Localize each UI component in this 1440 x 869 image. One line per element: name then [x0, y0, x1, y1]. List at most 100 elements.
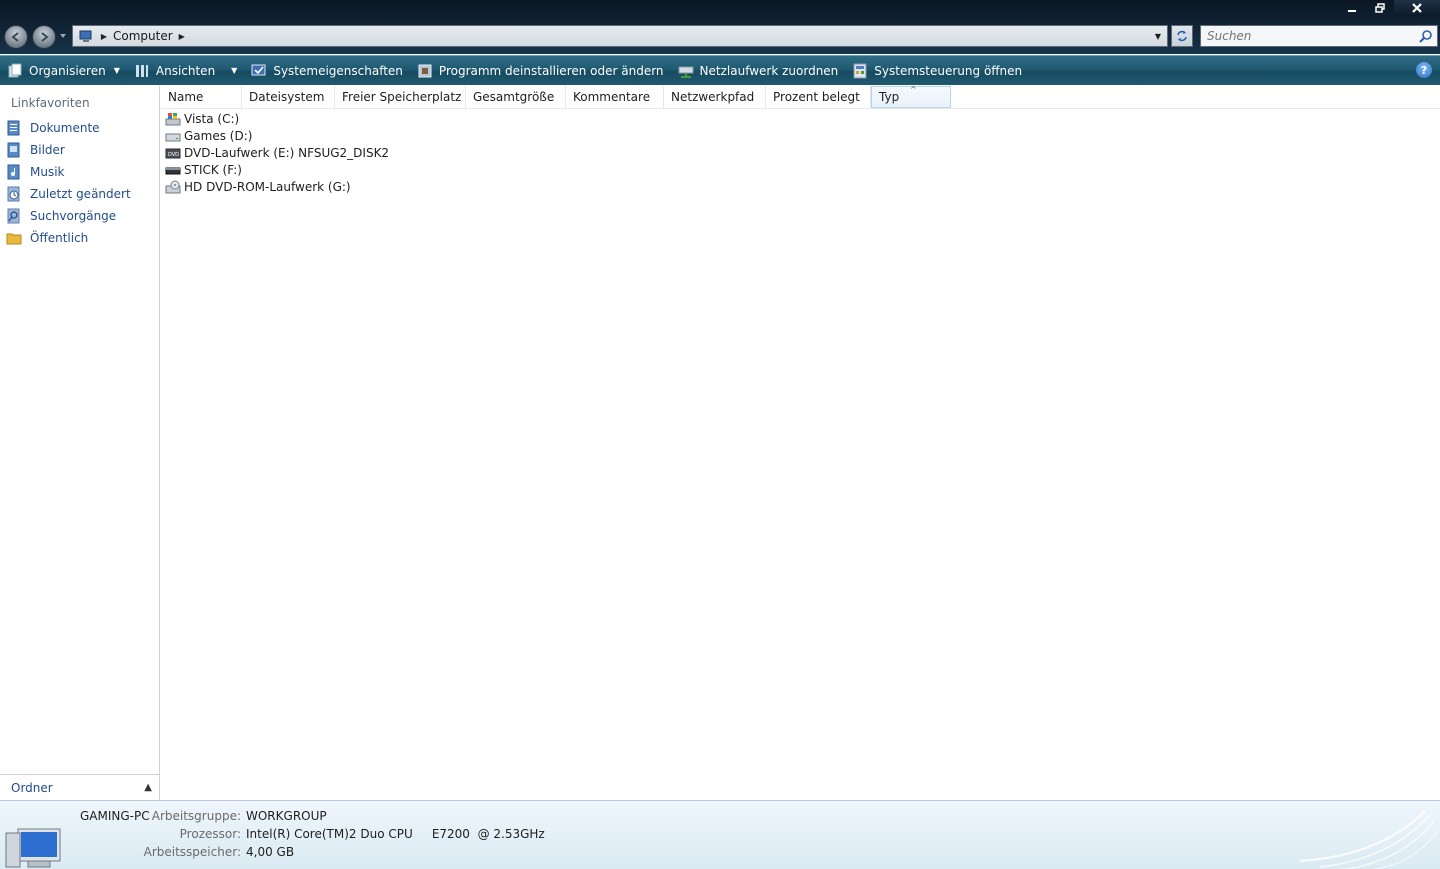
refresh-icon	[1177, 30, 1187, 42]
searches-icon	[7, 208, 20, 224]
arrow-left-icon	[11, 32, 19, 42]
column-header-total-size[interactable]: Gesamtgröße	[466, 86, 566, 108]
memory-label: Arbeitsspeicher:	[143, 845, 241, 859]
navigation-pane: Linkfavoriten Dokumente Bilder Musik Zul…	[0, 86, 160, 800]
music-icon	[7, 164, 20, 180]
header-divider	[161, 108, 1440, 109]
memory-value: 4,00 GB	[246, 845, 295, 859]
column-header-name[interactable]: Name	[161, 86, 242, 108]
programs-icon	[418, 64, 432, 77]
search-icon[interactable]	[1419, 29, 1433, 43]
column-header-network-path[interactable]: Netzwerkpfad	[664, 86, 766, 108]
recent-icon	[7, 186, 20, 202]
map-network-drive-label: Netzlaufwerk zuordnen	[699, 63, 839, 78]
sidebar-item-label: Bilder	[30, 143, 65, 157]
drive-name: STICK (F:)	[184, 162, 242, 177]
computer-icon	[79, 30, 92, 42]
window-controls	[1338, 0, 1440, 18]
list-item-drive-e[interactable]: DVD DVD-Laufwerk (E:) NFSUG2_DISK2	[165, 144, 389, 161]
sort-ascending-icon: ^	[910, 85, 917, 94]
organize-label: Organisieren	[29, 63, 106, 78]
drive-name: HD DVD-ROM-Laufwerk (G:)	[184, 179, 351, 194]
system-properties-button[interactable]: Systemeigenschaften	[244, 56, 410, 86]
list-item-drive-g[interactable]: HD DVD-ROM-Laufwerk (G:)	[165, 178, 351, 195]
refresh-button[interactable]	[1171, 25, 1193, 47]
sidebar-item-label: Musik	[30, 165, 65, 179]
maximize-button[interactable]	[1366, 0, 1394, 16]
breadcrumb-chevron-icon[interactable]: ▶	[177, 32, 187, 41]
column-header-comments[interactable]: Kommentare	[566, 86, 664, 108]
hard-drive-icon	[165, 133, 181, 141]
column-header-percent-used[interactable]: Prozent belegt	[766, 86, 871, 108]
sidebar-item-label: Öffentlich	[30, 231, 89, 245]
list-item-drive-f[interactable]: STICK (F:)	[165, 161, 242, 178]
search-input[interactable]	[1201, 26, 1411, 46]
svg-text:DVD: DVD	[168, 152, 179, 158]
history-dropdown-icon[interactable]	[59, 32, 67, 40]
arrow-right-icon	[41, 32, 49, 42]
address-dropdown-icon[interactable]: ▼	[1151, 29, 1165, 43]
removable-drive-icon	[165, 167, 181, 174]
views-button[interactable]: Ansichten ▼	[127, 56, 244, 86]
system-properties-label: Systemeigenschaften	[273, 63, 403, 78]
drive-name: DVD-Laufwerk (E:) NFSUG2_DISK2	[184, 145, 390, 160]
network-drive-icon	[678, 66, 694, 78]
dvd-drive-icon: DVD	[165, 148, 181, 158]
address-bar[interactable]: ▶ Computer ▶ ▼	[72, 25, 1168, 47]
restore-icon	[1375, 3, 1385, 13]
workgroup-label: Arbeitsgruppe:	[151, 809, 241, 823]
forward-button[interactable]	[32, 25, 56, 49]
list-item-drive-d[interactable]: Games (D:)	[165, 127, 252, 144]
back-button[interactable]	[4, 25, 28, 49]
uninstall-program-label: Programm deinstallieren oder ändern	[438, 63, 664, 78]
column-header-filesystem[interactable]: Dateisystem	[242, 86, 335, 108]
processor-label: Prozessor:	[179, 827, 241, 841]
minimize-button[interactable]	[1338, 0, 1366, 16]
column-header-free-space[interactable]: Freier Speicherplatz	[335, 86, 466, 108]
sidebar-item-recent[interactable]: Zuletzt geändert	[6, 184, 131, 204]
chevron-up-icon: ▲	[144, 782, 152, 793]
breadcrumb-computer[interactable]: Computer	[113, 29, 173, 43]
sidebar-item-documents[interactable]: Dokumente	[6, 118, 100, 138]
views-icon	[135, 64, 148, 77]
sidebar-item-label: Dokumente	[30, 121, 100, 135]
pictures-icon	[7, 142, 20, 158]
close-icon	[1412, 3, 1422, 13]
documents-icon	[7, 120, 20, 136]
drive-name: Games (D:)	[184, 128, 253, 143]
sidebar-item-public[interactable]: Öffentlich	[6, 228, 88, 248]
views-dropdown-icon[interactable]: ▼	[231, 66, 237, 75]
sidebar-item-label: Zuletzt geändert	[30, 187, 131, 201]
sidebar-item-label: Suchvorgänge	[30, 209, 117, 223]
vista-drive-icon	[165, 112, 181, 125]
help-icon[interactable]: ?	[1416, 62, 1432, 78]
search-box[interactable]	[1200, 25, 1438, 47]
uninstall-program-button[interactable]: Programm deinstallieren oder ändern	[410, 56, 671, 86]
organize-icon	[8, 63, 22, 77]
list-item-drive-c[interactable]: Vista (C:)	[165, 110, 239, 127]
breadcrumb-separator-icon[interactable]: ▶	[99, 32, 109, 41]
map-network-drive-button[interactable]: Netzlaufwerk zuordnen	[671, 56, 846, 86]
decorative-swoosh	[1300, 810, 1439, 869]
organize-button[interactable]: Organisieren ▼	[0, 56, 127, 86]
processor-value: Intel(R) Core(TM)2 Duo CPU E7200 @ 2.53G…	[246, 827, 545, 841]
command-bar: Organisieren ▼ Ansichten ▼ Systemeigensc…	[0, 55, 1440, 85]
minimize-icon	[1348, 10, 1356, 12]
folders-toggle[interactable]: Ordner ▲	[0, 774, 160, 800]
details-pane: GAMING-PC Arbeitsgruppe: WORKGROUP Proze…	[0, 800, 1440, 869]
sidebar-item-music[interactable]: Musik	[6, 162, 65, 182]
sidebar-item-searches[interactable]: Suchvorgänge	[6, 206, 116, 226]
sidebar-item-pictures[interactable]: Bilder	[6, 140, 65, 160]
folders-label: Ordner	[11, 780, 53, 795]
computer-icon	[5, 828, 61, 868]
open-control-panel-button[interactable]: Systemsteuerung öffnen	[845, 56, 1029, 86]
close-button[interactable]	[1394, 0, 1440, 16]
workgroup-value: WORKGROUP	[246, 809, 327, 823]
control-panel-icon	[853, 63, 867, 78]
open-control-panel-label: Systemsteuerung öffnen	[874, 63, 1023, 78]
favorite-links-heading: Linkfavoriten	[11, 96, 90, 110]
chevron-down-icon: ▼	[113, 66, 120, 75]
hd-dvd-drive-icon	[165, 180, 181, 193]
public-folder-icon	[6, 233, 22, 245]
file-list: Name Dateisystem Freier Speicherplatz Ge…	[161, 85, 1440, 800]
